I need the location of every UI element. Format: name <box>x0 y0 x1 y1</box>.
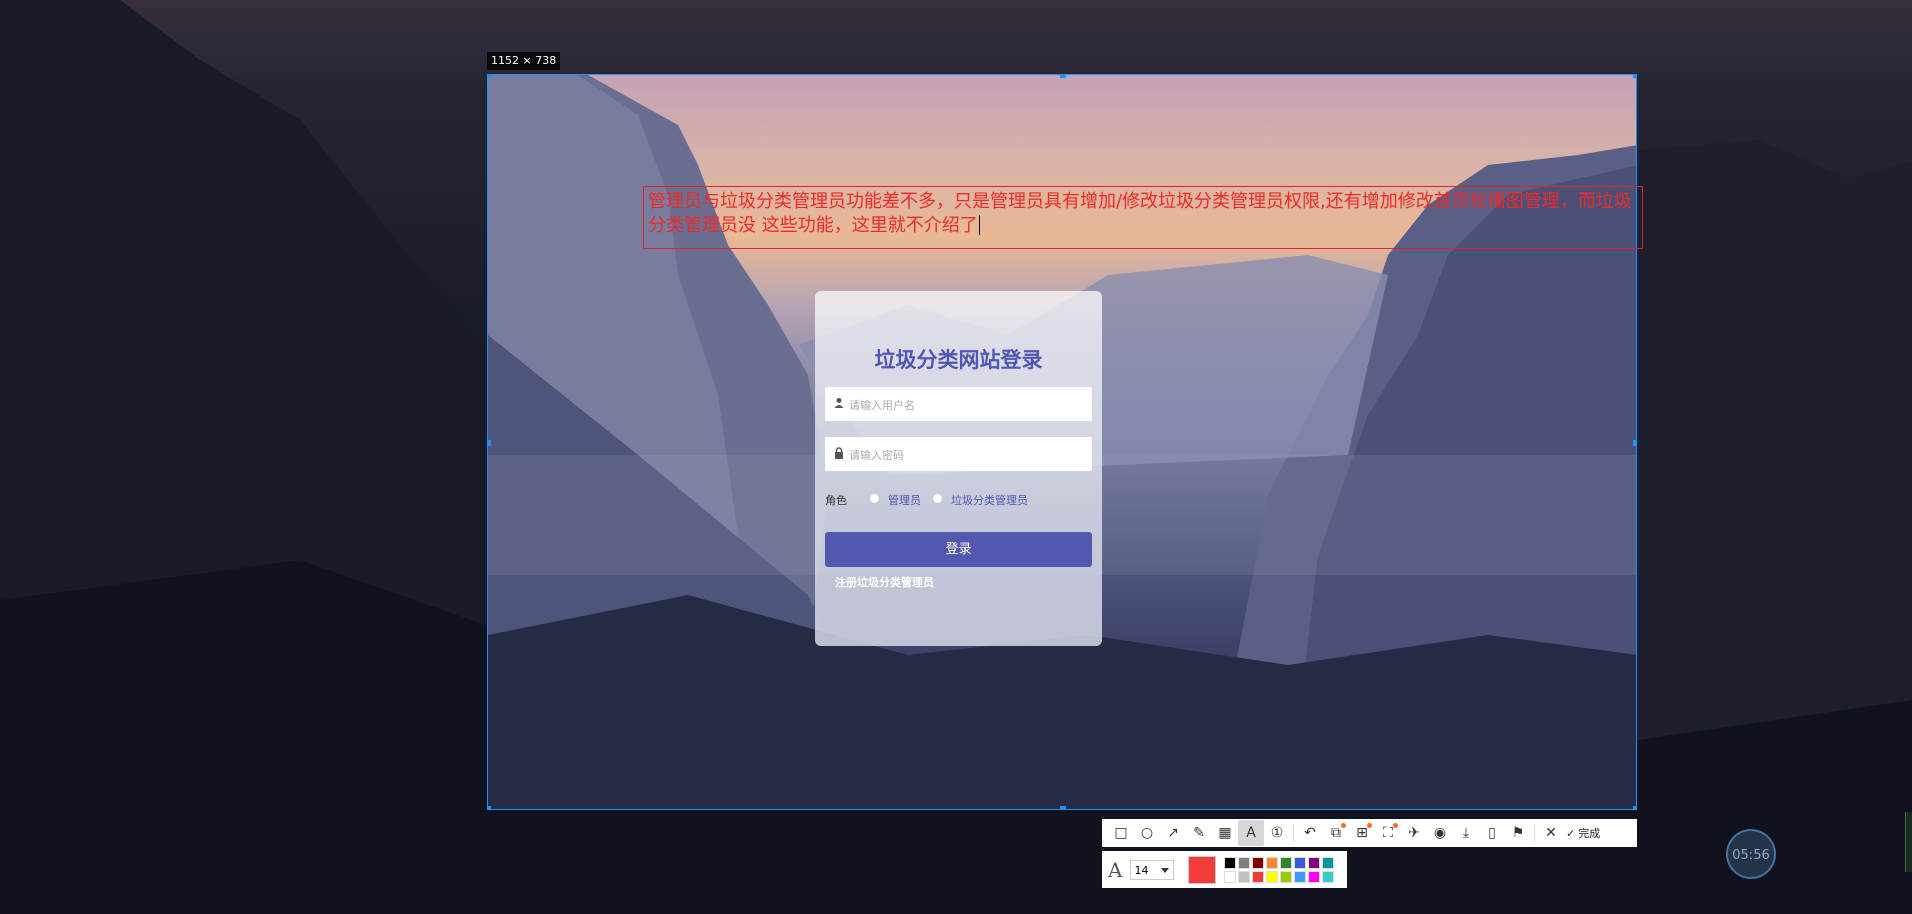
undo-icon[interactable]: ↶ <box>1297 820 1323 846</box>
login-title: 垃圾分类网站登录 <box>874 348 1043 372</box>
color-swatch[interactable] <box>1224 870 1237 883</box>
role-option-garbage-admin[interactable]: 垃圾分类管理员 <box>951 492 1028 508</box>
close-icon[interactable]: ✕ <box>1538 820 1564 846</box>
color-swatch[interactable] <box>1224 856 1237 869</box>
text-options-toolbar: A 14 <box>1102 851 1347 888</box>
selection-size-label: 1152 × 738 <box>487 52 561 70</box>
pen-tool-icon[interactable]: ✎ <box>1186 820 1212 846</box>
number-tool-icon[interactable]: ① <box>1264 820 1290 846</box>
long-capture-icon[interactable]: ⛶ <box>1375 820 1401 846</box>
resize-handle[interactable] <box>1633 806 1636 809</box>
font-size-select[interactable]: 14 <box>1130 859 1175 880</box>
color-swatch[interactable] <box>1238 856 1251 869</box>
annotation-toolbar: □ ○ ↗ ✎ ▦ A ① ↶ ⧉ ⊞ ⛶ ✈ ◉ ⤓ ▯ ⚑ ✕ ✓ 完成 <box>1102 819 1637 847</box>
annotation-text: 管理员与垃圾分类管理员功能差不多，只是管理员具有增加/修改垃圾分类管理员权限,还… <box>648 191 1632 236</box>
resize-handle[interactable] <box>1633 440 1636 446</box>
current-color-swatch[interactable] <box>1188 855 1217 884</box>
done-button[interactable]: ✓ 完成 <box>1566 825 1600 841</box>
color-swatch[interactable] <box>1308 856 1321 869</box>
text-tool-icon[interactable]: A <box>1238 820 1264 846</box>
color-swatch[interactable] <box>1294 870 1307 883</box>
username-input[interactable] <box>847 387 1091 423</box>
phone-icon[interactable]: ▯ <box>1479 820 1505 846</box>
done-label: 完成 <box>1578 827 1601 840</box>
color-swatch[interactable] <box>1322 870 1335 883</box>
lock-icon <box>834 447 846 461</box>
color-swatch[interactable] <box>1322 856 1335 869</box>
user-icon <box>834 397 846 411</box>
color-swatch[interactable] <box>1252 870 1265 883</box>
pin-icon[interactable]: ✈ <box>1401 820 1427 846</box>
color-palette <box>1224 856 1335 883</box>
color-swatch[interactable] <box>1266 870 1279 883</box>
text-annotation[interactable]: 管理员与垃圾分类管理员功能差不多，只是管理员具有增加/修改垃圾分类管理员权限,还… <box>643 186 1643 249</box>
mosaic-tool-icon[interactable]: ▦ <box>1212 820 1238 846</box>
resize-handle[interactable] <box>1633 75 1636 78</box>
color-swatch[interactable] <box>1308 870 1321 883</box>
recording-timer[interactable]: 05:56 <box>1726 829 1776 879</box>
bookmark-icon[interactable]: ⚑ <box>1505 820 1531 846</box>
register-link[interactable]: 注册垃圾分类管理员 <box>835 574 934 590</box>
resize-handle[interactable] <box>488 75 491 78</box>
resize-handle[interactable] <box>1060 75 1066 78</box>
chevron-down-icon <box>1161 867 1170 873</box>
role-radio-garbage-admin[interactable] <box>932 493 943 504</box>
color-swatch[interactable] <box>1252 856 1265 869</box>
ocr-icon[interactable]: ⧉ <box>1323 820 1349 846</box>
password-field[interactable] <box>825 437 1092 473</box>
edge-widget[interactable] <box>1905 812 1912 872</box>
text-caret <box>978 215 980 235</box>
username-field[interactable] <box>825 387 1092 423</box>
role-option-admin[interactable]: 管理员 <box>888 492 921 508</box>
color-swatch[interactable] <box>1294 856 1307 869</box>
rectangle-tool-icon[interactable]: □ <box>1108 820 1134 846</box>
resize-handle[interactable] <box>488 806 491 809</box>
translate-icon[interactable]: ⊞ <box>1349 820 1375 846</box>
toolbar-divider <box>1293 824 1294 842</box>
color-swatch[interactable] <box>1266 856 1279 869</box>
resize-handle[interactable] <box>488 440 491 446</box>
color-swatch[interactable] <box>1238 870 1251 883</box>
font-size-value: 14 <box>1134 863 1149 877</box>
login-button[interactable]: 登录 <box>825 532 1092 567</box>
ellipse-tool-icon[interactable]: ○ <box>1134 820 1160 846</box>
resize-handle[interactable] <box>1060 806 1066 809</box>
download-icon[interactable]: ⤓ <box>1453 820 1479 846</box>
check-icon: ✓ <box>1566 826 1576 840</box>
password-input[interactable] <box>847 437 1091 473</box>
font-icon: A <box>1108 857 1123 882</box>
toolbar-divider <box>1534 824 1535 842</box>
arrow-tool-icon[interactable]: ↗ <box>1160 820 1186 846</box>
role-label: 角色 <box>825 494 847 507</box>
login-card: 垃圾分类网站登录 角色 管理员 垃圾分类管理员 登录 注册垃圾分类管理员 <box>815 291 1102 646</box>
color-swatch[interactable] <box>1280 870 1293 883</box>
color-swatch[interactable] <box>1280 856 1293 869</box>
record-icon[interactable]: ◉ <box>1427 820 1453 846</box>
role-radio-admin[interactable] <box>869 493 880 504</box>
